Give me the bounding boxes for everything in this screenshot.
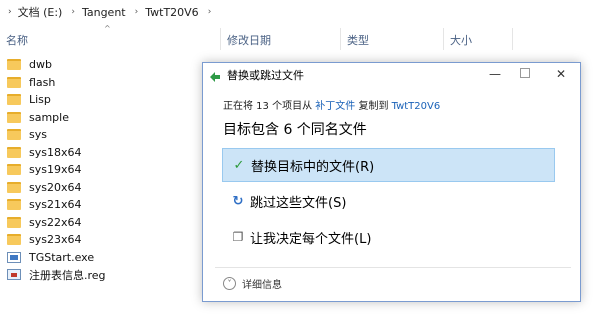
breadcrumb-separator-icon[interactable]: › [208, 7, 212, 17]
column-divider[interactable] [512, 28, 513, 50]
breadcrumb: › 文档 (E:) › Tangent › TwtT20V6 › [0, 0, 600, 24]
file-name: sample [29, 110, 69, 124]
close-button[interactable]: ✕ [546, 63, 576, 85]
chevron-down-icon: ˅ [223, 277, 236, 290]
list-item[interactable]: TGStart.exe [0, 249, 200, 267]
dialog-titlebar[interactable]: 替换或跳过文件 — ✕ [203, 63, 580, 85]
list-item[interactable]: 注册表信息.reg [0, 266, 200, 284]
list-item[interactable]: flash [0, 74, 200, 92]
file-name: sys20x64 [29, 180, 82, 194]
column-divider[interactable] [220, 28, 221, 50]
file-name: TGStart.exe [29, 250, 95, 264]
skip-files-label: 跳过这些文件(S) [250, 195, 347, 211]
column-header-row: ^ 名称 修改日期 类型 大小 [0, 24, 600, 50]
folder-icon [7, 76, 21, 88]
exe-file-icon [7, 251, 21, 263]
list-item[interactable]: sys23x64 [0, 231, 200, 249]
list-item[interactable]: dwb [0, 56, 200, 74]
minimize-button[interactable]: — [480, 63, 510, 85]
breadcrumb-left-arrow-icon[interactable]: › [8, 7, 12, 17]
replace-files-label: 替换目标中的文件(R) [251, 159, 375, 175]
folder-icon [7, 59, 21, 71]
maximize-button[interactable] [510, 63, 540, 85]
sort-ascending-icon: ^ [104, 24, 111, 33]
conflict-heading: 目标包含 6 个同名文件 [223, 122, 367, 138]
list-item[interactable]: Lisp [0, 91, 200, 109]
list-item[interactable]: sample [0, 109, 200, 127]
folder-icon [7, 181, 21, 193]
file-name: 注册表信息.reg [29, 268, 106, 282]
folder-icon [7, 146, 21, 158]
progress-mid: 复制到 [355, 101, 392, 112]
breadcrumb-separator-icon[interactable]: › [71, 7, 75, 17]
folder-icon [7, 216, 21, 228]
column-divider[interactable] [443, 28, 444, 50]
destination-folder-link[interactable]: TwtT20V6 [392, 101, 441, 112]
folder-icon [7, 111, 21, 123]
breadcrumb-segment-tangent[interactable]: Tangent [82, 6, 126, 19]
list-item[interactable]: sys20x64 [0, 179, 200, 197]
skip-arrow-icon: ↻ [232, 193, 244, 209]
list-item[interactable]: sys [0, 126, 200, 144]
divider [215, 267, 571, 268]
details-label: 详细信息 [242, 280, 282, 291]
column-header-modified[interactable]: 修改日期 [227, 32, 271, 48]
folder-icon [7, 234, 21, 246]
file-name: sys23x64 [29, 233, 82, 247]
breadcrumb-segment-drive[interactable]: 文档 (E:) [18, 4, 63, 20]
list-item[interactable]: sys21x64 [0, 196, 200, 214]
file-name: Lisp [29, 93, 51, 107]
skip-files-option[interactable]: ↻ 跳过这些文件(S) [222, 184, 555, 218]
checkmark-icon: ✓ [233, 157, 245, 173]
file-name: sys22x64 [29, 215, 82, 229]
folder-icon [7, 199, 21, 211]
list-item[interactable]: sys22x64 [0, 214, 200, 232]
file-name: sys18x64 [29, 145, 82, 159]
copy-files-icon [209, 68, 221, 82]
list-item[interactable]: sys19x64 [0, 161, 200, 179]
folder-icon [7, 164, 21, 176]
file-name: sys21x64 [29, 198, 82, 212]
file-name: flash [29, 75, 56, 89]
column-header-size[interactable]: 大小 [450, 32, 472, 48]
file-list: dwb flash Lisp sample sys sys18x64 sys19… [0, 56, 200, 284]
maximize-icon [520, 68, 530, 78]
folder-icon [7, 94, 21, 106]
column-header-name[interactable]: 名称 [6, 32, 28, 48]
source-folder-link[interactable]: 补丁文件 [315, 101, 355, 112]
replace-or-skip-dialog: 替换或跳过文件 — ✕ 正在将 13 个项目从 补丁文件 复制到 TwtT20V… [202, 62, 581, 302]
replace-files-option[interactable]: ✓ 替换目标中的文件(R) [222, 148, 555, 182]
column-divider[interactable] [340, 28, 341, 50]
folder-icon [7, 129, 21, 141]
file-name: sys19x64 [29, 163, 82, 177]
copy-progress-text: 正在将 13 个项目从 补丁文件 复制到 TwtT20V6 [223, 97, 440, 112]
breadcrumb-segment-current[interactable]: TwtT20V6 [145, 6, 198, 19]
registry-file-icon [7, 269, 21, 281]
progress-prefix: 正在将 13 个项目从 [223, 101, 316, 112]
file-name: dwb [29, 58, 52, 72]
dialog-title: 替换或跳过文件 [227, 69, 304, 82]
more-details-toggle[interactable]: ˅ 详细信息 [223, 276, 282, 291]
breadcrumb-separator-icon[interactable]: › [135, 7, 139, 17]
decide-each-file-label: 让我决定每个文件(L) [250, 231, 372, 247]
file-name: sys [29, 128, 47, 142]
column-header-type[interactable]: 类型 [347, 32, 369, 48]
decide-each-file-option[interactable]: ❐ 让我决定每个文件(L) [222, 220, 555, 254]
compare-files-icon: ❐ [232, 230, 244, 244]
list-item[interactable]: sys18x64 [0, 144, 200, 162]
